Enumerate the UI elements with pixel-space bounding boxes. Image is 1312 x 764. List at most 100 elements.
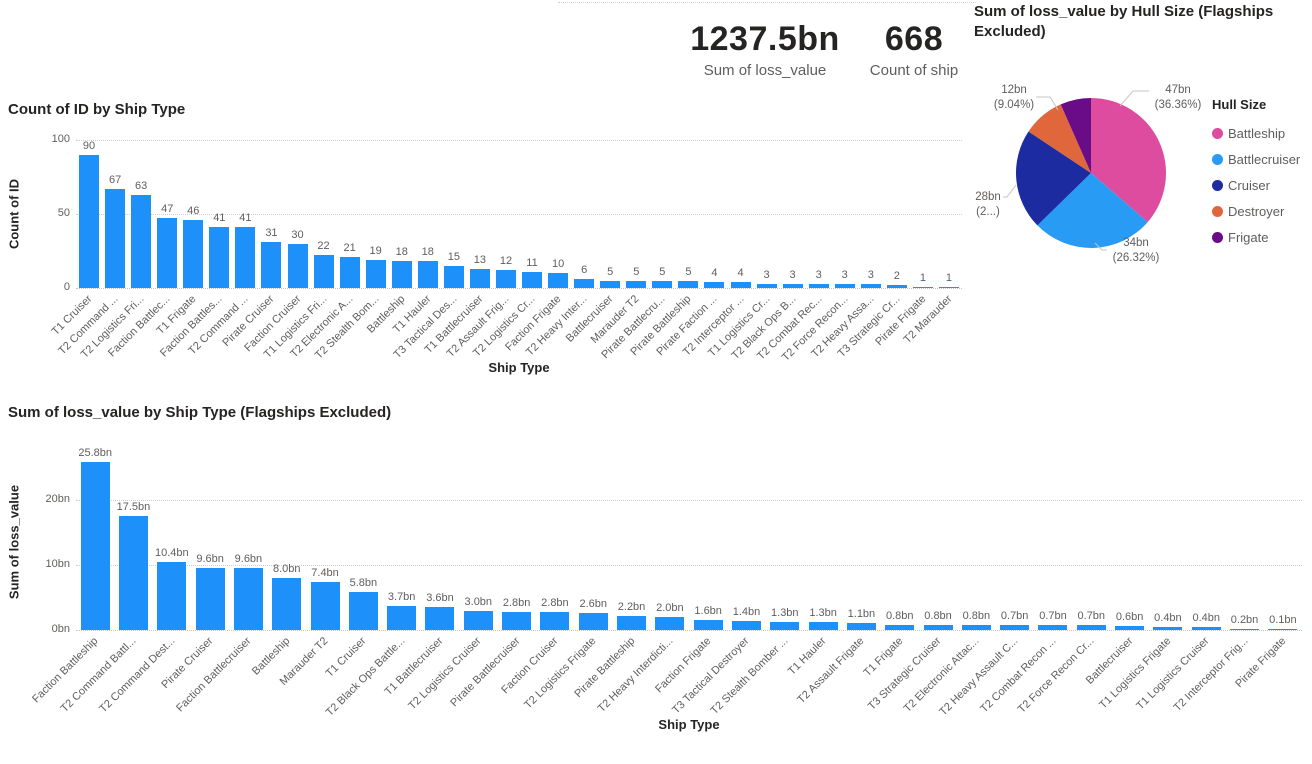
- bar-t2-logistics-frigate[interactable]: [579, 613, 608, 630]
- bar-t1-logistics-fri[interactable]: [314, 255, 334, 288]
- bar-faction-frigate[interactable]: [694, 620, 723, 630]
- bar-t3-tactical-destroyer[interactable]: [732, 621, 761, 630]
- bar-t2-black-ops-battle[interactable]: [387, 606, 416, 630]
- bar-t2-command-dest[interactable]: [157, 562, 186, 630]
- legend-item-destroyer[interactable]: Destroyer: [1212, 198, 1300, 224]
- gridline: [76, 140, 962, 141]
- bar-value-label: 0.1bn: [1260, 614, 1306, 626]
- bar-t2-logistics-cruiser[interactable]: [464, 611, 493, 631]
- bar-t2-stealth-bomber[interactable]: [770, 622, 799, 630]
- bar-battlecruiser[interactable]: [600, 281, 620, 288]
- bar-t1-hauler[interactable]: [809, 622, 838, 630]
- bar-t1-frigate[interactable]: [183, 220, 203, 288]
- y-axis-tick-label: 0: [28, 281, 70, 293]
- bar-value-label: 30: [275, 229, 321, 241]
- y-axis-tick-label: 100: [28, 133, 70, 145]
- bar-t1-battlecruiser[interactable]: [470, 269, 490, 288]
- bar-value-label: 63: [118, 180, 164, 192]
- bar-t1-cruiser[interactable]: [349, 592, 378, 630]
- pie-label-battleship-value: 47bn: [1151, 83, 1205, 98]
- bar-t2-logistics-cr[interactable]: [522, 272, 542, 288]
- bar-pirate-battleship[interactable]: [678, 281, 698, 288]
- bar-t1-battlecruiser[interactable]: [425, 607, 454, 630]
- kpi-card: 1237.5bn Sum of loss_value 668 Count of …: [690, 20, 974, 79]
- pie-legend-title: Hull Size: [1212, 97, 1300, 112]
- legend-item-battleship[interactable]: Battleship: [1212, 120, 1300, 146]
- legend-item-frigate[interactable]: Frigate: [1212, 224, 1300, 250]
- kpi-sum-loss-value: 1237.5bn Sum of loss_value: [690, 20, 840, 79]
- pie-legend: Hull Size Battleship Battlecruiser Cruiser…: [1212, 97, 1300, 250]
- legend-color-dot: [1212, 206, 1223, 217]
- pie-label-cruiser-value: 28bn: [968, 190, 1008, 205]
- legend-item-label: Destroyer: [1228, 204, 1284, 219]
- legend-item-label: Battleship: [1228, 126, 1285, 141]
- legend-item-label: Cruiser: [1228, 178, 1270, 193]
- bar-t2-heavy-inter[interactable]: [574, 279, 594, 288]
- legend-item-cruiser[interactable]: Cruiser: [1212, 172, 1300, 198]
- y-axis-tick-label: 10bn: [28, 558, 70, 570]
- bar-battleship[interactable]: [392, 261, 412, 288]
- kpi-count-of-ship-label: Count of ship: [854, 62, 974, 79]
- chart1-title: Count of ID by Ship Type: [8, 100, 185, 120]
- bar-value-label: 1: [926, 272, 972, 284]
- bar-pirate-cruiser[interactable]: [196, 568, 225, 630]
- bar-value-label: 17.5bn: [110, 501, 156, 513]
- bar-value-label: 5.8bn: [340, 577, 386, 589]
- bar-t2-command[interactable]: [105, 189, 125, 288]
- bar-pirate-cruiser[interactable]: [261, 242, 281, 288]
- pie-label-battleship: 47bn (36.36%): [1151, 83, 1205, 113]
- kpi-count-of-ship: 668 Count of ship: [854, 20, 974, 79]
- bar-t2-heavy-interdicti[interactable]: [655, 617, 684, 630]
- legend-item-label: Battlecruiser: [1228, 152, 1300, 167]
- bar-value-label: 90: [66, 140, 112, 152]
- bar-faction-battlecruiser[interactable]: [234, 568, 263, 630]
- legend-color-dot: [1212, 180, 1223, 191]
- bar-t3-tactical-des[interactable]: [444, 266, 464, 288]
- chart1-x-axis-title: Ship Type: [76, 360, 962, 375]
- bar-pirate-battleship[interactable]: [617, 616, 646, 630]
- bar-value-label: 25.8bn: [72, 447, 118, 459]
- pie-label-battleship-pct: (36.36%): [1151, 98, 1205, 113]
- pie-label-battlecruiser-value: 34bn: [1108, 236, 1164, 251]
- bar-value-label: 41: [222, 212, 268, 224]
- chart2-y-axis-title: Sum of loss_value: [7, 485, 22, 599]
- pie-label-destroyer-pct: (9.04%): [990, 98, 1038, 113]
- pie-label-destroyer: 12bn (9.04%): [990, 83, 1038, 113]
- bar-battleship[interactable]: [272, 578, 301, 630]
- bar-t2-assault-frig[interactable]: [496, 270, 516, 288]
- legend-color-dot: [1212, 154, 1223, 165]
- count-of-id-by-ship-type-chart: Count of ID by Ship Type Count of ID 050…: [0, 92, 968, 392]
- legend-color-dot: [1212, 128, 1223, 139]
- bar-marauder-t2[interactable]: [626, 281, 646, 288]
- pie-label-battlecruiser: 34bn (26.32%): [1108, 236, 1164, 266]
- bar-faction-cruiser[interactable]: [540, 612, 569, 630]
- bar-t2-electronic-a[interactable]: [340, 257, 360, 288]
- bar-faction-battlec[interactable]: [157, 218, 177, 288]
- legend-item-label: Frigate: [1228, 230, 1268, 245]
- chart2-title: Sum of loss_value by Ship Type (Flagship…: [8, 403, 391, 423]
- kpi-sum-loss-value-label: Sum of loss_value: [690, 62, 840, 79]
- chart2-x-axis-title: Ship Type: [76, 717, 1302, 732]
- x-axis-category: Faction Battleship: [0, 635, 101, 764]
- y-axis-tick-label: 0bn: [28, 623, 70, 635]
- bar-t1-hauler[interactable]: [418, 261, 438, 288]
- bar-pirate-battlecruiser[interactable]: [502, 612, 531, 630]
- gridline: [76, 565, 1302, 566]
- bar-t2-stealth-bom[interactable]: [366, 260, 386, 288]
- pie-label-battlecruiser-pct: (26.32%): [1108, 251, 1164, 266]
- bar-t2-command-battl[interactable]: [119, 516, 148, 630]
- bar-t2-assault-frigate[interactable]: [847, 623, 876, 630]
- bar-marauder-t2[interactable]: [311, 582, 340, 630]
- kpi-sum-loss-value-number: 1237.5bn: [690, 20, 840, 59]
- pie-label-destroyer-value: 12bn: [990, 83, 1038, 98]
- kpi-count-of-ship-number: 668: [854, 20, 974, 59]
- bar-faction-battles[interactable]: [209, 227, 229, 288]
- bar-pirate-battlecru[interactable]: [652, 281, 672, 288]
- top-gridline: [558, 2, 976, 3]
- y-axis-tick-label: 20bn: [28, 493, 70, 505]
- y-axis-tick-label: 50: [28, 207, 70, 219]
- bar-faction-battleship[interactable]: [81, 462, 110, 630]
- pie-label-cruiser: 28bn (2...): [968, 190, 1008, 220]
- chart1-plot-area: 0501009067634746414131302221191818151312…: [76, 140, 962, 288]
- legend-item-battlecruiser[interactable]: Battlecruiser: [1212, 146, 1300, 172]
